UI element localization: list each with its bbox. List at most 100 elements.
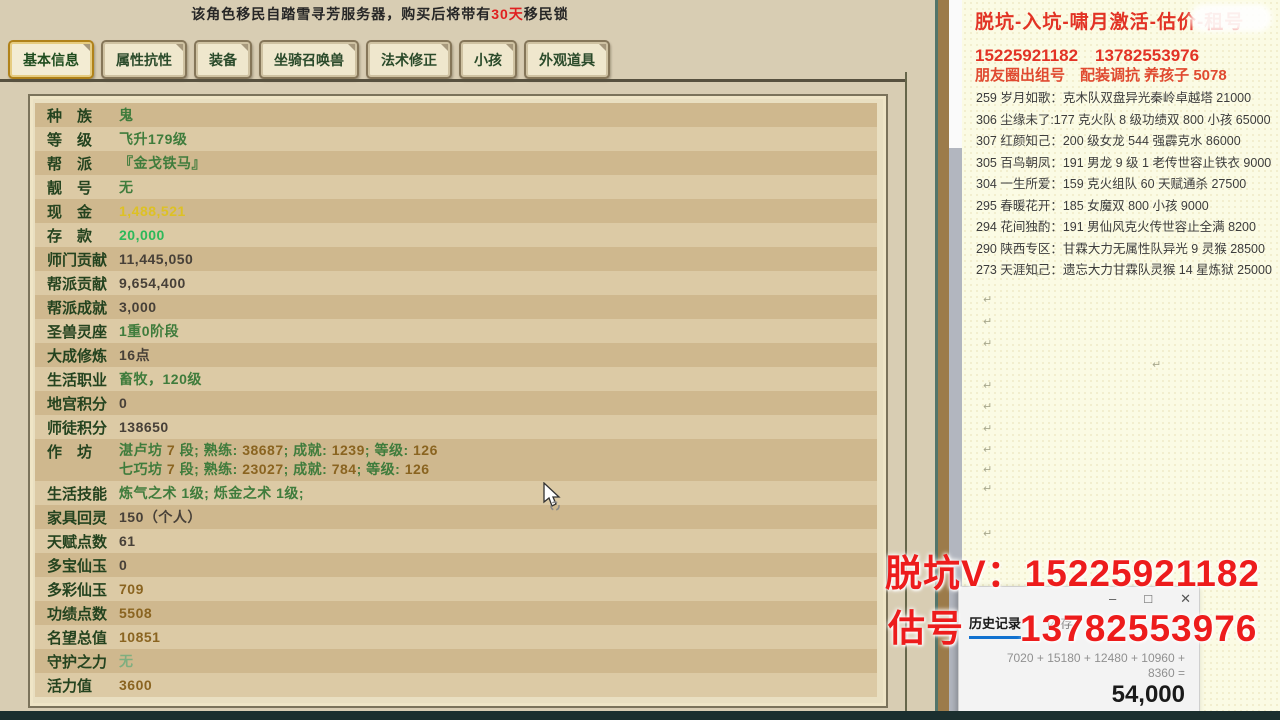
info-row: 多宝仙玉0 xyxy=(35,553,877,577)
pilcrow-mark: ↵ xyxy=(1152,358,1161,371)
listing-line: 307 红颜知己：200 级女龙 544 强霹克水 86000 xyxy=(976,131,1276,153)
row-value: ; 等级: xyxy=(357,461,405,477)
workshop-line: 湛卢坊 7 段; 熟练: 38687; 成就: 1239; 等级: 126 xyxy=(119,441,438,460)
row-value: 鬼 xyxy=(119,105,134,125)
row-label: 帮派贡献 xyxy=(47,273,119,294)
info-row: 圣兽灵座1重0阶段 xyxy=(35,319,877,343)
row-label: 现 金 xyxy=(47,201,119,222)
row-value: 20,000 xyxy=(119,227,165,243)
banner-highlight: 30天 xyxy=(491,6,524,22)
info-row: 活力值3600 xyxy=(35,673,877,697)
row-value: 7 xyxy=(167,461,175,477)
pilcrow-mark: ↵ xyxy=(983,293,992,306)
info-row: 帮 派『金戈铁马』 xyxy=(35,151,877,175)
basic-info-panel: 种 族鬼等 级飞升179级帮 派『金戈铁马』靓 号无现 金1,488,521存 … xyxy=(28,94,888,708)
row-value: 126 xyxy=(405,461,430,477)
row-value: 61 xyxy=(119,533,136,549)
row-label: 多彩仙玉 xyxy=(47,579,119,600)
row-value: 784 xyxy=(332,461,357,477)
row-value: 湛卢坊 xyxy=(119,442,167,458)
row-value: 5508 xyxy=(119,605,152,621)
row-label: 功绩点数 xyxy=(47,603,119,624)
info-row: 作 坊湛卢坊 7 段; 熟练: 38687; 成就: 1239; 等级: 126… xyxy=(35,439,877,481)
row-value: 『金戈铁马』 xyxy=(119,153,206,173)
pilcrow-mark: ↵ xyxy=(983,422,992,435)
banner-text: 该角色移民自踏雪寻芳服务器，购买后将带有 xyxy=(191,6,491,22)
listing-line: 294 花间独酌：191 男仙风克火传世容止全满 8200 xyxy=(976,217,1276,239)
row-value: ; 成就: xyxy=(284,442,332,458)
row-label: 天赋点数 xyxy=(47,531,119,552)
migration-banner: 该角色移民自踏雪寻芳服务器，购买后将带有30天移民锁 xyxy=(0,4,760,24)
listing-line: 306 尘缘未了:177 克火队 8 级功绩双 800 小孩 65000 xyxy=(976,110,1276,132)
tab-item[interactable]: 装备 xyxy=(194,40,252,79)
row-label: 地宫积分 xyxy=(47,393,119,414)
row-value: 无 xyxy=(119,651,134,671)
row-value: ; 等级: xyxy=(365,442,413,458)
tab-bar: 基本信息属性抗性装备坐骑召唤兽法术修正小孩外观道具 xyxy=(8,40,610,79)
tab-item[interactable]: 坐骑召唤兽 xyxy=(259,40,359,79)
account-listings: 259 岁月如歌：克木队双盘异光秦岭卓越塔 21000306 尘缘未了:177 … xyxy=(976,88,1276,282)
row-value: 七巧坊 xyxy=(119,461,167,477)
info-row: 师徒积分138650 xyxy=(35,415,877,439)
watermark-label: 估号 xyxy=(888,608,964,649)
row-label: 生活职业 xyxy=(47,369,119,390)
tab-item[interactable]: 属性抗性 xyxy=(101,40,187,79)
row-value: 9,654,400 xyxy=(119,275,186,291)
row-value: 138650 xyxy=(119,419,169,435)
info-row: 师门贡献11,445,050 xyxy=(35,247,877,271)
listing-line: 295 春暖花开：185 女魔双 800 小孩 9000 xyxy=(976,196,1276,218)
pilcrow-mark: ↵ xyxy=(1035,268,1044,281)
pilcrow-mark: ↵ xyxy=(983,463,992,476)
row-value: 段; 熟练: xyxy=(175,461,242,477)
tab-item[interactable]: 法术修正 xyxy=(366,40,452,79)
row-label: 师门贡献 xyxy=(47,249,119,270)
pilcrow-mark: ↵ xyxy=(983,443,992,456)
info-row: 存 款20,000 xyxy=(35,223,877,247)
listing-line: 290 陕西专区：甘霖大力无属性队异光 9 灵猴 28500 xyxy=(976,239,1276,261)
game-window: 该角色移民自踏雪寻芳服务器，购买后将带有30天移民锁 基本信息属性抗性装备坐骑召… xyxy=(0,0,949,720)
document-subtitle: 朋友圈出组号 配装调抗 养孩子 5078 xyxy=(975,64,1227,85)
mouse-cursor xyxy=(540,482,566,517)
row-label: 等 级 xyxy=(47,129,119,150)
info-row: 守护之力无 xyxy=(35,649,877,673)
row-value: 段; 熟练: xyxy=(175,442,242,458)
tab-item[interactable]: 基本信息 xyxy=(8,40,94,79)
info-row: 地宫积分0 xyxy=(35,391,877,415)
info-row: 帮派成就3,000 xyxy=(35,295,877,319)
listing-line: 305 百鸟朝凤：191 男龙 9 级 1 老传世容止铁衣 9000 xyxy=(976,153,1276,175)
info-row: 生活职业畜牧，120级 xyxy=(35,367,877,391)
history-line-1: 7020 + 15180 + 12480 + 10960 + xyxy=(1007,651,1185,666)
workshop-lines: 湛卢坊 7 段; 熟练: 38687; 成就: 1239; 等级: 126七巧坊… xyxy=(119,441,438,479)
row-value: 0 xyxy=(119,557,127,573)
row-value: 23027 xyxy=(242,461,283,477)
row-value: 炼气之术 1级; 烁金之术 1级; xyxy=(119,483,304,503)
pilcrow-mark: ↵ xyxy=(983,337,992,350)
row-label: 家具回灵 xyxy=(47,507,119,528)
row-label: 活力值 xyxy=(47,675,119,696)
row-label: 作 坊 xyxy=(47,441,119,462)
history-expression: 7020 + 15180 + 12480 + 10960 + 8360 = xyxy=(1007,651,1185,681)
row-value: 16点 xyxy=(119,345,150,365)
tab-divider xyxy=(0,79,906,82)
info-row: 种 族鬼 xyxy=(35,103,877,127)
row-value: 1239 xyxy=(332,442,365,458)
info-row: 名望总值10851 xyxy=(35,625,877,649)
row-label: 多宝仙玉 xyxy=(47,555,119,576)
info-row: 帮派贡献9,654,400 xyxy=(35,271,877,295)
pilcrow-mark: ↵ xyxy=(983,527,992,540)
row-value: 11,445,050 xyxy=(119,251,193,267)
pilcrow-mark: ↵ xyxy=(983,482,992,495)
row-value: 38687 xyxy=(242,442,283,458)
row-label: 师徒积分 xyxy=(47,417,119,438)
row-value: 150（个人） xyxy=(119,507,202,527)
row-value: 畜牧，120级 xyxy=(119,369,202,389)
contact-phones: 15225921182 13782553976 xyxy=(975,41,1199,66)
row-label: 大成修炼 xyxy=(47,345,119,366)
watermark-line-1: 脱坑V：15225921182 xyxy=(885,543,1260,597)
pilcrow-mark: ↵ xyxy=(983,400,992,413)
tab-item[interactable]: 外观道具 xyxy=(524,40,610,79)
pilcrow-mark: ↵ xyxy=(983,315,992,328)
watermark-number: 13782553976 xyxy=(1020,608,1257,649)
row-label: 帮 派 xyxy=(47,153,119,174)
tab-item[interactable]: 小孩 xyxy=(459,40,517,79)
